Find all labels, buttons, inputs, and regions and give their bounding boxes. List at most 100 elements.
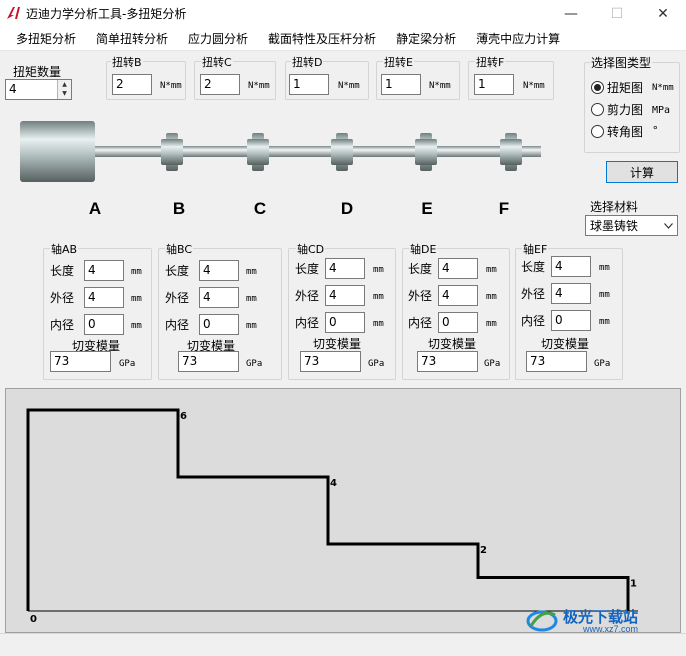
shaft-cd-outer-unit: mm <box>373 292 384 302</box>
menu-static-beam[interactable]: 静定梁分析 <box>386 27 466 50</box>
radio-shear-label[interactable]: 剪力图 <box>607 101 643 118</box>
shaft-de-length-input[interactable]: 4 <box>438 258 478 279</box>
menu-thin-shell[interactable]: 薄壳中应力计算 <box>466 27 570 50</box>
shaft-ab-length-input[interactable]: 4 <box>84 260 124 281</box>
shaft-cd-modulus-input[interactable]: 73 <box>300 351 361 372</box>
torque-b-input[interactable]: 2 <box>112 74 152 95</box>
shaft-bc-outer-input[interactable]: 4 <box>199 287 239 308</box>
shaft-de-outer-input[interactable]: 4 <box>438 285 478 306</box>
radio-torque-label[interactable]: 扭矩图 <box>607 79 643 96</box>
shaft-de-inner-unit: mm <box>486 319 497 329</box>
shaft-ab-inner-input[interactable]: 0 <box>84 314 124 335</box>
shaft-ef-outer-unit: mm <box>599 290 610 300</box>
shaft-ef-outer-input[interactable]: 4 <box>551 283 591 304</box>
shaft-cd-inner-label: 内径 <box>295 316 320 330</box>
shaft-cd-length-label: 长度 <box>295 262 320 276</box>
window-title: 迈迪力学分析工具-多扭矩分析 <box>26 7 187 21</box>
shaft-cd-inner-input[interactable]: 0 <box>325 312 365 333</box>
shaft-cd-outer-label: 外径 <box>295 289 320 303</box>
torque-count-label: 扭矩数量 <box>13 65 62 79</box>
shaft-ef-modulus-input[interactable]: 73 <box>526 351 587 372</box>
menu-section-properties[interactable]: 截面特性及压杆分析 <box>258 27 386 50</box>
shaft-ab-modulus-input[interactable]: 73 <box>50 351 111 372</box>
material-value: 球墨铸铁 <box>590 219 639 233</box>
torque-d-unit: N*mm <box>338 81 360 91</box>
shaft-ef-length-unit: mm <box>599 263 610 273</box>
radio-torque-diagram[interactable] <box>591 81 604 94</box>
shaft-de-modulus-unit: GPa <box>484 359 501 369</box>
shaft-bc-outer-unit: mm <box>246 294 257 304</box>
stepper-down-icon[interactable]: ▼ <box>58 89 71 99</box>
shaft-de-inner-input[interactable]: 0 <box>438 312 478 333</box>
chart-type-label: 选择图类型 <box>590 54 653 71</box>
radio-angle-label[interactable]: 转角图 <box>607 123 643 140</box>
shaft-bc-length-unit: mm <box>246 267 257 277</box>
shaft-de-modulus-label: 切变模量 <box>428 337 477 351</box>
torque-f-label: 扭转F <box>475 54 506 70</box>
shaft-ef-length-label: 长度 <box>521 260 546 274</box>
torque-c-unit: N*mm <box>248 81 270 91</box>
torque-b-unit: N*mm <box>160 81 182 91</box>
shaft-ef-inner-label: 内径 <box>521 314 546 328</box>
shaft-ab-outer-label: 外径 <box>50 291 75 305</box>
section-letter-f: F <box>498 199 510 218</box>
section-letter-b: B <box>172 199 186 218</box>
shaft-base-block <box>20 121 95 182</box>
watermark-swirl-icon <box>526 610 558 632</box>
menu-stress-circle[interactable]: 应力圆分析 <box>178 27 258 50</box>
shaft-ef-label: 轴EF <box>522 241 549 257</box>
chart-origin-label: 0 <box>30 614 37 625</box>
radio-angle-diagram[interactable] <box>591 125 604 138</box>
radio-angle-unit: ° <box>652 124 659 137</box>
shaft-cd-length-input[interactable]: 4 <box>325 258 365 279</box>
maximize-button[interactable]: ☐ <box>594 0 640 27</box>
shaft-bc-length-input[interactable]: 4 <box>199 260 239 281</box>
torque-c-input[interactable]: 2 <box>200 74 240 95</box>
stepper-up-icon[interactable]: ▲ <box>58 80 71 90</box>
shaft-ef-modulus-unit: GPa <box>594 359 611 369</box>
shaft-cd-length-unit: mm <box>373 265 384 275</box>
calculate-button[interactable]: 计算 <box>606 161 678 183</box>
torque-d-label: 扭转D <box>291 54 324 70</box>
minimize-button[interactable]: — <box>548 0 594 27</box>
shaft-ef-length-input[interactable]: 4 <box>551 256 591 277</box>
close-button[interactable]: ✕ <box>640 0 686 27</box>
shaft-ab-length-unit: mm <box>131 267 142 277</box>
radio-shear-diagram[interactable] <box>591 103 604 116</box>
torque-e-input[interactable]: 1 <box>381 74 421 95</box>
menu-multi-torque[interactable]: 多扭矩分析 <box>6 27 86 50</box>
material-select[interactable]: 球墨铸铁 <box>585 215 678 236</box>
radio-selected-dot <box>594 84 601 91</box>
shaft-cd-modulus-label: 切变模量 <box>313 337 362 351</box>
shaft-de-outer-unit: mm <box>486 292 497 302</box>
shaft-bc-inner-input[interactable]: 0 <box>199 314 239 335</box>
torque-b-label: 扭转B <box>111 54 143 70</box>
section-letter-a: A <box>88 199 102 218</box>
torque-f-input[interactable]: 1 <box>474 74 514 95</box>
section-letter-c: C <box>253 199 267 218</box>
shaft-de-modulus-input[interactable]: 73 <box>417 351 478 372</box>
shaft-bc-label: 轴BC <box>165 241 194 257</box>
torque-c-label: 扭转C <box>201 54 233 70</box>
shaft-illustration <box>20 121 541 182</box>
shaft-ef-inner-input[interactable]: 0 <box>551 310 591 331</box>
chart-point-label: 6 <box>180 411 187 422</box>
menu-simple-torsion[interactable]: 简单扭转分析 <box>86 27 178 50</box>
shaft-bc-inner-unit: mm <box>246 321 257 331</box>
shaft-bc-modulus-input[interactable]: 73 <box>178 351 239 372</box>
chart-point-label: 4 <box>330 478 337 489</box>
shaft-cd-inner-unit: mm <box>373 319 384 329</box>
shaft-ab-outer-input[interactable]: 4 <box>84 287 124 308</box>
chart-point-label: 2 <box>480 545 487 556</box>
shaft-ef-modulus-label: 切变模量 <box>541 337 590 351</box>
shaft-de-length-label: 长度 <box>408 262 433 276</box>
shaft-cd-outer-input[interactable]: 4 <box>325 285 365 306</box>
shaft-de-label: 轴DE <box>409 241 438 257</box>
shaft-collar-c <box>247 133 269 171</box>
shaft-de-inner-label: 内径 <box>408 316 433 330</box>
torque-d-input[interactable]: 1 <box>289 74 329 95</box>
stepper-arrows[interactable]: ▲ ▼ <box>57 80 71 99</box>
torque-count-value: 4 <box>9 82 17 96</box>
torque-count-stepper[interactable]: 4 ▲ ▼ <box>5 79 72 100</box>
shaft-ab-inner-label: 内径 <box>50 318 75 332</box>
